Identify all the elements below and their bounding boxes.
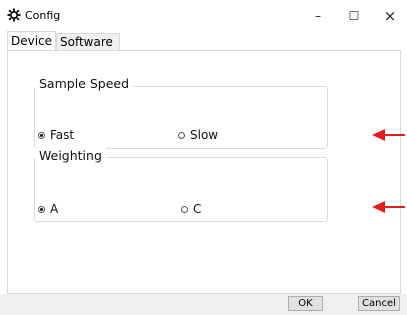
button-bar (0, 294, 407, 315)
radio-a-indicator[interactable] (38, 205, 45, 213)
radio-c[interactable]: C (181, 202, 201, 216)
config-window: Config – ☐ × Device Software Sample Spee… (0, 0, 407, 315)
radio-a[interactable]: A (38, 202, 58, 216)
tab-content-device: Sample Speed Fast Slow Weighting A C (7, 50, 401, 294)
radio-a-label: A (50, 202, 59, 216)
annotation-arrow-icon (372, 129, 405, 141)
gear-icon (7, 8, 21, 22)
radio-c-indicator[interactable] (181, 205, 188, 213)
maximize-button[interactable]: ☐ (339, 6, 369, 26)
minimize-button[interactable]: – (303, 6, 333, 26)
tab-software[interactable]: Software (56, 33, 120, 50)
annotation-arrow-icon (372, 201, 405, 213)
title-bar[interactable]: Config – ☐ × (0, 0, 407, 30)
radio-fast-label: Fast (50, 128, 75, 142)
radio-slow-indicator[interactable] (178, 131, 185, 139)
window-title: Config (25, 9, 61, 22)
weighting-legend: Weighting (35, 148, 106, 163)
cancel-button[interactable]: Cancel (358, 296, 400, 311)
radio-fast-indicator[interactable] (38, 131, 45, 139)
radio-slow-label: Slow (190, 128, 219, 142)
sample-speed-legend: Sample Speed (35, 76, 134, 91)
tab-device[interactable]: Device (7, 31, 56, 51)
radio-c-label: C (193, 202, 202, 216)
ok-button[interactable]: OK (288, 296, 323, 311)
radio-slow[interactable]: Slow (178, 128, 218, 142)
close-button[interactable]: × (375, 6, 405, 26)
radio-fast[interactable]: Fast (38, 128, 74, 142)
